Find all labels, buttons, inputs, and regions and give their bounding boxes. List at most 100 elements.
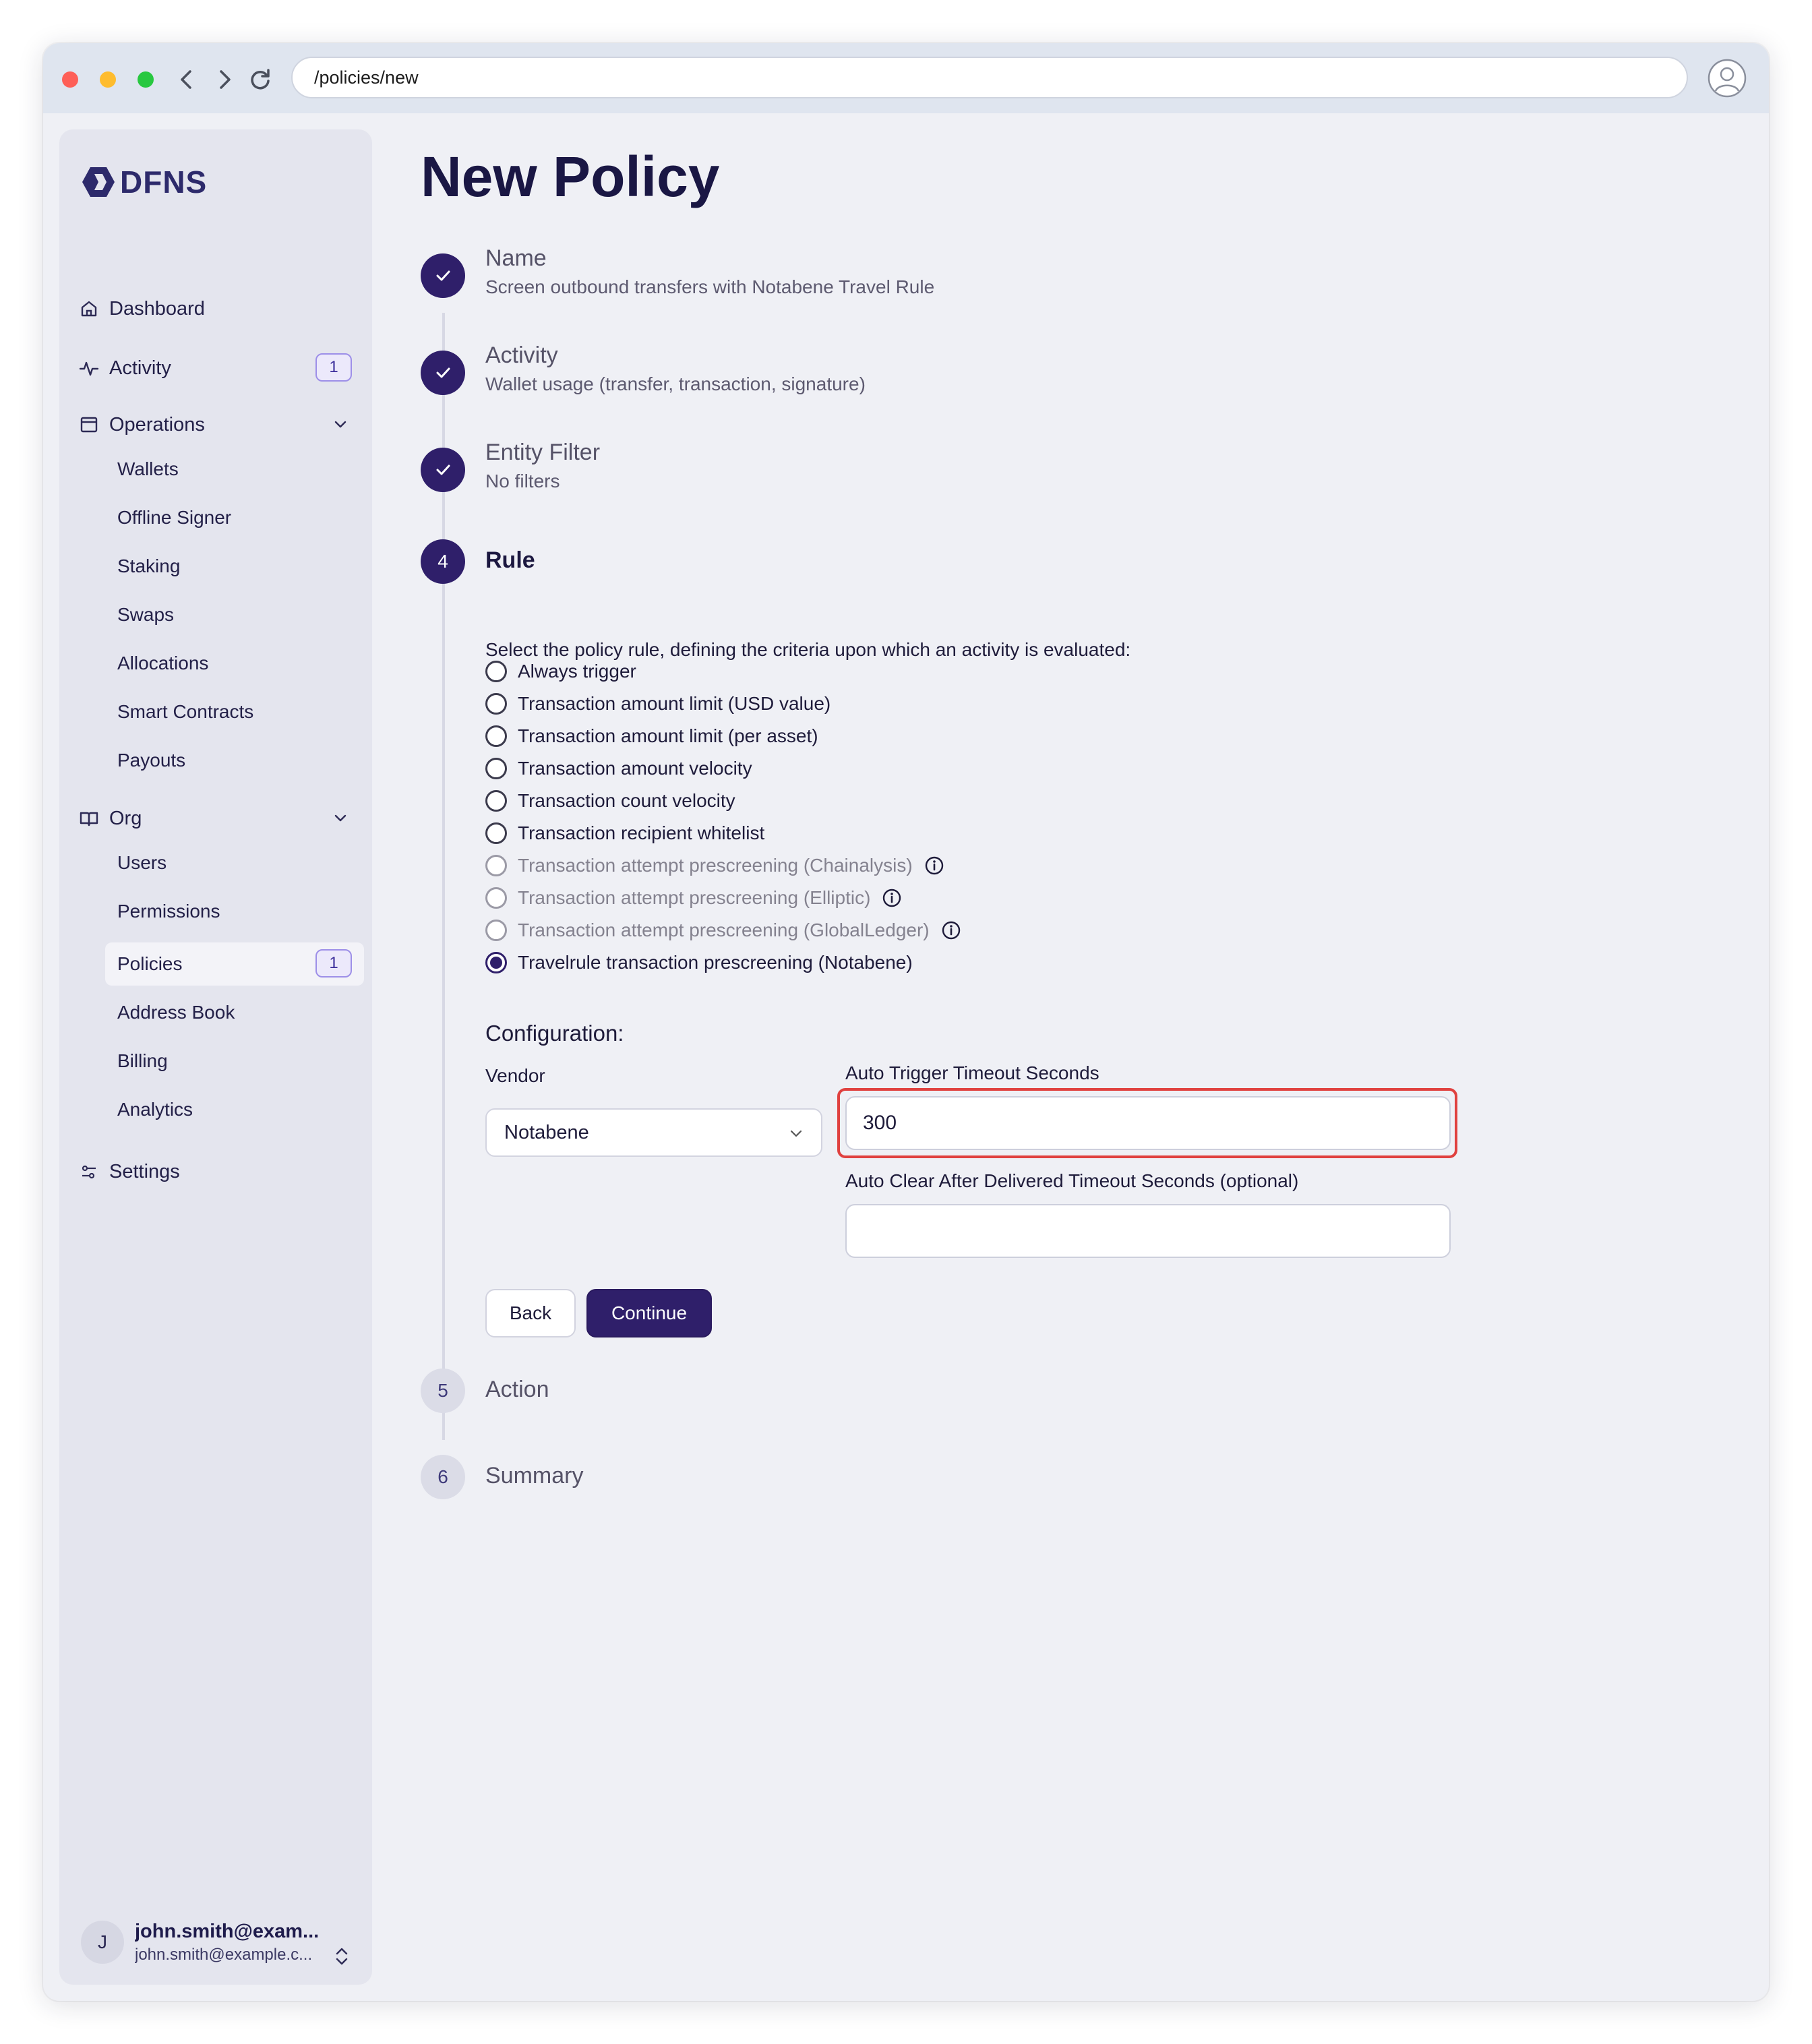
rule-option-always-trigger[interactable]: Always trigger xyxy=(485,658,636,685)
sidebar-item-operations[interactable]: Operations xyxy=(78,407,205,442)
forward-arrow-icon[interactable] xyxy=(208,63,240,96)
chevron-down-icon xyxy=(790,1130,802,1137)
sidebar-item-staking[interactable]: Staking xyxy=(105,549,364,584)
radio-button xyxy=(485,855,507,876)
sidebar-item-label: Org xyxy=(109,807,142,829)
sidebar-item-address-book[interactable]: Address Book xyxy=(105,995,364,1030)
step-2-complete xyxy=(421,351,465,395)
rule-option-elliptic: Transaction attempt prescreening (Ellipt… xyxy=(485,884,903,911)
sidebar-item-dashboard[interactable]: Dashboard xyxy=(78,291,205,326)
chevron-down-icon[interactable] xyxy=(330,414,351,434)
radio-button[interactable] xyxy=(485,661,507,682)
radio-button-selected[interactable] xyxy=(485,952,507,973)
sidebar-item-label: Operations xyxy=(109,413,205,435)
close-window-button[interactable] xyxy=(62,71,78,88)
user-menu[interactable]: J john.smith@exam... john.smith@example.… xyxy=(81,1919,330,1966)
back-arrow-icon[interactable] xyxy=(171,63,204,96)
sidebar-item-analytics[interactable]: Analytics xyxy=(105,1092,364,1127)
reload-icon[interactable] xyxy=(244,63,276,96)
continue-button[interactable]: Continue xyxy=(586,1289,712,1337)
user-name: john.smith@exam... xyxy=(135,1920,320,1942)
step-6-number: 6 xyxy=(421,1455,465,1499)
sidebar-item-billing[interactable]: Billing xyxy=(105,1044,364,1079)
sidebar-item-label: Activity xyxy=(109,357,171,379)
url-bar[interactable]: /policies/new xyxy=(291,57,1688,98)
profile-icon[interactable] xyxy=(1707,58,1747,98)
radio-button[interactable] xyxy=(485,693,507,715)
step-2-summary: Wallet usage (transfer, transaction, sig… xyxy=(485,373,866,394)
sidebar-item-org[interactable]: Org xyxy=(78,801,142,836)
info-icon[interactable] xyxy=(924,855,945,876)
sidebar-item-activity[interactable]: Activity xyxy=(78,351,171,386)
step-1-complete xyxy=(421,253,465,298)
rule-option-amount-limit-asset[interactable]: Transaction amount limit (per asset) xyxy=(485,723,818,750)
chevron-up-down-icon[interactable] xyxy=(332,1944,352,1968)
radio-button[interactable] xyxy=(485,822,507,844)
radio-button xyxy=(485,887,507,909)
page-title: New Policy xyxy=(421,145,720,208)
sidebar-item-smart-contracts[interactable]: Smart Contracts xyxy=(105,694,364,729)
rule-option-label: Transaction amount limit (per asset) xyxy=(518,725,818,746)
step-3-title[interactable]: Entity Filter xyxy=(485,440,600,466)
auto-trigger-timeout-label: Auto Trigger Timeout Seconds xyxy=(845,1062,1099,1083)
sidebar-item-settings[interactable]: Settings xyxy=(78,1154,180,1189)
step-3-summary: No filters xyxy=(485,471,560,491)
step-5-title: Action xyxy=(485,1377,549,1402)
vendor-selected-value: Notabene xyxy=(504,1122,589,1143)
step-6-title: Summary xyxy=(485,1463,584,1489)
sidebar-item-allocations[interactable]: Allocations xyxy=(105,646,364,681)
step-5-number: 5 xyxy=(421,1369,465,1413)
rule-option-amount-velocity[interactable]: Transaction amount velocity xyxy=(485,755,752,782)
configuration-heading: Configuration: xyxy=(485,1021,624,1046)
vendor-label: Vendor xyxy=(485,1065,545,1086)
auto-trigger-timeout-input[interactable]: 300 xyxy=(845,1096,1451,1150)
info-icon[interactable] xyxy=(881,887,903,909)
sidebar-item-offline-signer[interactable]: Offline Signer xyxy=(105,500,364,535)
step-1-summary: Screen outbound transfers with Notabene … xyxy=(485,276,935,297)
step-3-complete xyxy=(421,448,465,492)
step-4-title: Rule xyxy=(485,547,535,573)
rule-option-label: Travelrule transaction prescreening (Not… xyxy=(518,952,913,973)
sidebar-item-permissions[interactable]: Permissions xyxy=(105,894,364,929)
sidebar-item-payouts[interactable]: Payouts xyxy=(105,743,364,778)
sidebar: DFNS Dashboard Activity 1 Operations Wal… xyxy=(59,129,372,1985)
info-icon[interactable] xyxy=(940,920,962,941)
check-icon xyxy=(436,270,450,281)
user-email: john.smith@example.c... xyxy=(135,1945,313,1964)
rule-option-amount-limit-usd[interactable]: Transaction amount limit (USD value) xyxy=(485,690,831,717)
rule-option-chainalysis: Transaction attempt prescreening (Chaina… xyxy=(485,852,945,879)
rule-option-label: Always trigger xyxy=(518,661,636,682)
minimize-window-button[interactable] xyxy=(100,71,116,88)
radio-button[interactable] xyxy=(485,790,507,812)
step-1-title[interactable]: Name xyxy=(485,245,547,272)
rule-option-count-velocity[interactable]: Transaction count velocity xyxy=(485,787,735,814)
rule-option-notabene[interactable]: Travelrule transaction prescreening (Not… xyxy=(485,949,913,976)
radio-button[interactable] xyxy=(485,758,507,779)
activity-pulse-icon xyxy=(78,357,100,379)
policies-count-badge: 1 xyxy=(315,949,352,978)
sidebar-item-wallets[interactable]: Wallets xyxy=(105,452,364,487)
dfns-logo-icon xyxy=(82,167,115,197)
brand-name: DFNS xyxy=(120,164,208,200)
sidebar-item-label: Settings xyxy=(109,1160,180,1182)
rule-option-label: Transaction attempt prescreening (Global… xyxy=(518,920,930,940)
dfns-logo[interactable]: DFNS xyxy=(81,164,207,200)
book-open-icon xyxy=(78,808,100,829)
auto-clear-timeout-label: Auto Clear After Delivered Timeout Secon… xyxy=(845,1170,1299,1191)
step-2-title[interactable]: Activity xyxy=(485,342,558,369)
sidebar-item-swaps[interactable]: Swaps xyxy=(105,597,364,632)
rule-option-globalledger: Transaction attempt prescreening (Global… xyxy=(485,917,962,944)
radio-button[interactable] xyxy=(485,725,507,747)
chevron-down-icon[interactable] xyxy=(330,808,351,828)
rule-option-label: Transaction amount limit (USD value) xyxy=(518,693,831,714)
auto-clear-timeout-input[interactable] xyxy=(845,1204,1451,1258)
sidebar-item-users[interactable]: Users xyxy=(105,845,364,880)
maximize-window-button[interactable] xyxy=(138,71,154,88)
settings-sliders-icon xyxy=(78,1161,100,1182)
vendor-select[interactable]: Notabene xyxy=(485,1108,822,1157)
rule-option-recipient-whitelist[interactable]: Transaction recipient whitelist xyxy=(485,820,764,847)
browser-toolbar: /policies/new xyxy=(43,43,1769,113)
back-button[interactable]: Back xyxy=(485,1289,576,1337)
radio-button xyxy=(485,920,507,941)
check-icon xyxy=(436,464,450,475)
